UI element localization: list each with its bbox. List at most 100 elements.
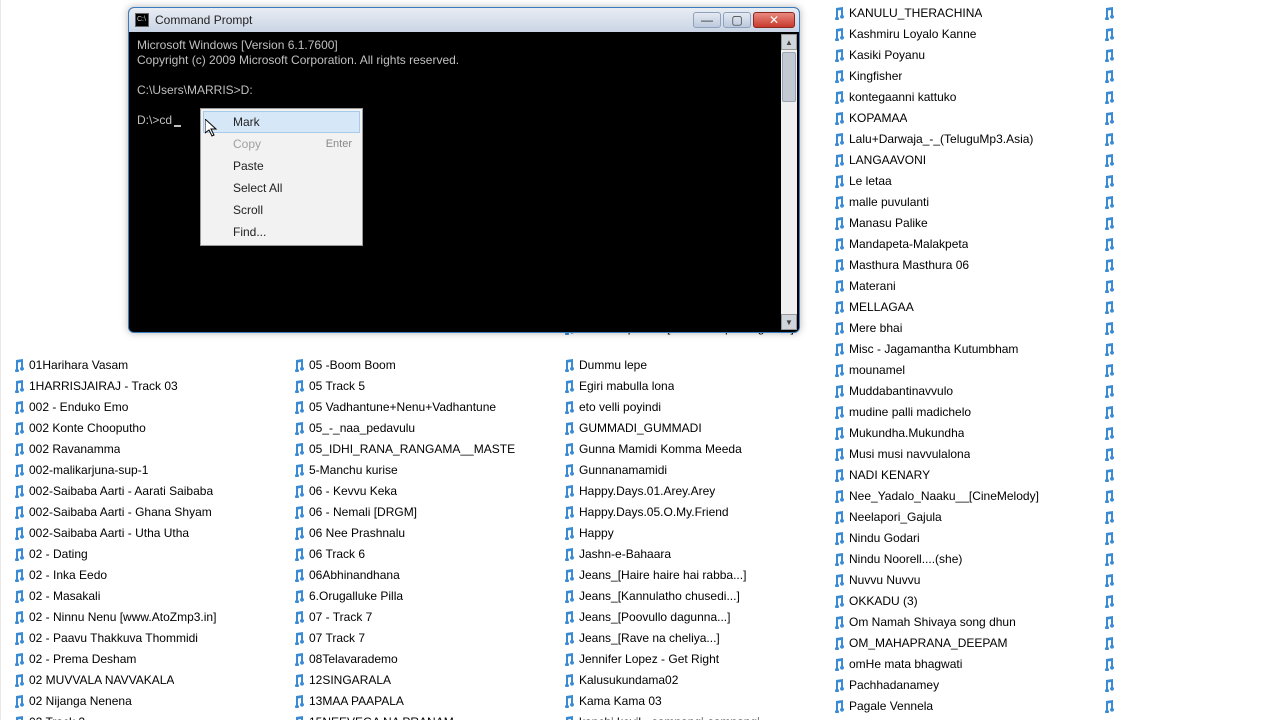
file-item[interactable]: 1HARRISJAIRAJ - Track 03 — [1, 375, 281, 396]
file-item[interactable]: 05 -Boom Boom — [281, 354, 551, 375]
file-item[interactable]: Dummu lepe — [551, 354, 821, 375]
file-item[interactable] — [1091, 569, 1280, 590]
minimize-button[interactable]: — — [693, 12, 721, 28]
console-scrollbar[interactable]: ▲ ▼ — [781, 34, 797, 330]
file-item[interactable]: KOPAMAA — [821, 107, 1091, 128]
file-item[interactable]: Jennifer Lopez - Get Right — [551, 648, 821, 669]
file-item[interactable]: 6.Orugalluke Pilla — [281, 585, 551, 606]
file-item[interactable]: 002-Saibaba Aarti - Aarati Saibaba — [1, 480, 281, 501]
file-item[interactable]: Pagale Vennela — [821, 695, 1091, 716]
file-item[interactable]: Kashmiru Loyalo Kanne — [821, 23, 1091, 44]
file-item[interactable]: Happy — [551, 522, 821, 543]
file-item[interactable] — [1091, 443, 1280, 464]
file-item[interactable] — [1091, 44, 1280, 65]
file-item[interactable] — [1091, 422, 1280, 443]
file-item[interactable]: 002 Konte Chooputho — [1, 417, 281, 438]
file-item[interactable]: Lalu+Darwaja_-_(TeluguMp3.Asia) — [821, 128, 1091, 149]
file-item[interactable] — [1091, 590, 1280, 611]
file-item[interactable]: 05_IDHI_RANA_RANGAMA__MASTE — [281, 438, 551, 459]
file-item[interactable] — [1091, 296, 1280, 317]
file-item[interactable] — [1091, 191, 1280, 212]
file-item[interactable]: Jeans_[Haire haire hai rabba...] — [551, 564, 821, 585]
file-item[interactable]: Masthura Masthura 06 — [821, 254, 1091, 275]
file-item[interactable]: 5-Manchu kurise — [281, 459, 551, 480]
file-item[interactable]: 02 MUVVALA NAVVAKALA — [1, 669, 281, 690]
file-item[interactable]: 08Telavarademo — [281, 648, 551, 669]
file-item[interactable]: 06Abhinandhana — [281, 564, 551, 585]
file-item[interactable] — [1091, 359, 1280, 380]
file-item[interactable]: RANKIDA — [821, 716, 1091, 720]
maximize-button[interactable]: ▢ — [723, 12, 751, 28]
file-item[interactable] — [1091, 254, 1280, 275]
file-item[interactable]: 12SINGARALA — [281, 669, 551, 690]
titlebar[interactable]: Command Prompt — ▢ ✕ — [129, 8, 799, 32]
file-item[interactable]: Nee_Yadalo_Naaku__[CineMelody] — [821, 485, 1091, 506]
file-item[interactable]: Happy.Days.05.O.My.Friend — [551, 501, 821, 522]
file-item[interactable] — [1091, 611, 1280, 632]
file-item[interactable]: Nindu Noorell....(she) — [821, 548, 1091, 569]
menu-select-all[interactable]: Select All — [203, 177, 360, 199]
file-item[interactable] — [1091, 653, 1280, 674]
file-item[interactable] — [1091, 401, 1280, 422]
file-item[interactable]: 02 Nijanga Nenena — [1, 690, 281, 711]
file-item[interactable]: MELLAGAA — [821, 296, 1091, 317]
file-item[interactable]: 05 Track 5 — [281, 375, 551, 396]
file-item[interactable]: 02 Track 2 — [1, 711, 281, 720]
file-item[interactable]: Kama Kama 03 — [551, 690, 821, 711]
file-item[interactable]: mudine palli madichelo — [821, 401, 1091, 422]
file-item[interactable]: Misc - Jagamantha Kutumbham — [821, 338, 1091, 359]
file-item[interactable]: 002 Ravanamma — [1, 438, 281, 459]
file-item[interactable]: 15NEEVEGA NA PRANAM — [281, 711, 551, 720]
file-item[interactable]: kanchi kovil - samnangi-samnangi — [551, 711, 821, 720]
scroll-track[interactable] — [781, 50, 797, 314]
file-item[interactable] — [1091, 2, 1280, 23]
scroll-up-button[interactable]: ▲ — [781, 34, 797, 50]
file-item[interactable]: 02 - Inka Eedo — [1, 564, 281, 585]
file-item[interactable]: 05_-_naa_pedavulu — [281, 417, 551, 438]
file-item[interactable]: Kasiki Poyanu — [821, 44, 1091, 65]
file-item[interactable] — [1091, 695, 1280, 716]
file-item[interactable] — [1091, 632, 1280, 653]
file-item[interactable] — [1091, 506, 1280, 527]
file-item[interactable]: 05 Vadhantune+Nenu+Vadhantune — [281, 396, 551, 417]
file-item[interactable]: Materani — [821, 275, 1091, 296]
file-item[interactable]: kontegaanni kattuko — [821, 86, 1091, 107]
file-item[interactable] — [1091, 23, 1280, 44]
menu-scroll[interactable]: Scroll — [203, 199, 360, 221]
file-item[interactable]: 02 - Ninnu Nenu [www.AtoZmp3.in] — [1, 606, 281, 627]
file-item[interactable]: 06 - Nemali [DRGM] — [281, 501, 551, 522]
file-item[interactable]: OKKADU (3) — [821, 590, 1091, 611]
scroll-thumb[interactable] — [782, 52, 796, 102]
file-item[interactable]: Nindu Godari — [821, 527, 1091, 548]
file-item[interactable]: 02 - Masakali — [1, 585, 281, 606]
file-item[interactable]: 002-Saibaba Aarti - Utha Utha — [1, 522, 281, 543]
file-item[interactable] — [1091, 317, 1280, 338]
file-item[interactable]: Gunnanamamidi — [551, 459, 821, 480]
file-item[interactable] — [1091, 548, 1280, 569]
file-item[interactable]: 02 - Prema Desham — [1, 648, 281, 669]
file-item[interactable]: 002-Saibaba Aarti - Ghana Shyam — [1, 501, 281, 522]
file-item[interactable] — [1091, 527, 1280, 548]
file-item[interactable]: 002-malikarjuna-sup-1 — [1, 459, 281, 480]
file-item[interactable]: 01Harihara Vasam — [1, 354, 281, 375]
file-item[interactable] — [1091, 275, 1280, 296]
file-item[interactable]: Muddabantinavvulo — [821, 380, 1091, 401]
file-item[interactable]: Mere bhai — [821, 317, 1091, 338]
file-item[interactable]: LANGAAVONI — [821, 149, 1091, 170]
file-item[interactable]: Pachhadanamey — [821, 674, 1091, 695]
file-item[interactable] — [1091, 65, 1280, 86]
file-item[interactable]: 06 - Kevvu Keka — [281, 480, 551, 501]
file-item[interactable] — [1091, 464, 1280, 485]
file-item[interactable] — [1091, 233, 1280, 254]
file-item[interactable]: Kalusukundama02 — [551, 669, 821, 690]
file-item[interactable]: Jeans_[Poovullo dagunna...] — [551, 606, 821, 627]
file-item[interactable]: NADI KENARY — [821, 464, 1091, 485]
file-item[interactable] — [1091, 674, 1280, 695]
scroll-down-button[interactable]: ▼ — [781, 314, 797, 330]
file-item[interactable]: 07 - Track 7 — [281, 606, 551, 627]
file-item[interactable]: malle puvulanti — [821, 191, 1091, 212]
file-item[interactable]: 002 - Enduko Emo — [1, 396, 281, 417]
close-button[interactable]: ✕ — [753, 12, 795, 28]
menu-mark[interactable]: Mark — [203, 111, 360, 133]
file-item[interactable]: eto velli poyindi — [551, 396, 821, 417]
